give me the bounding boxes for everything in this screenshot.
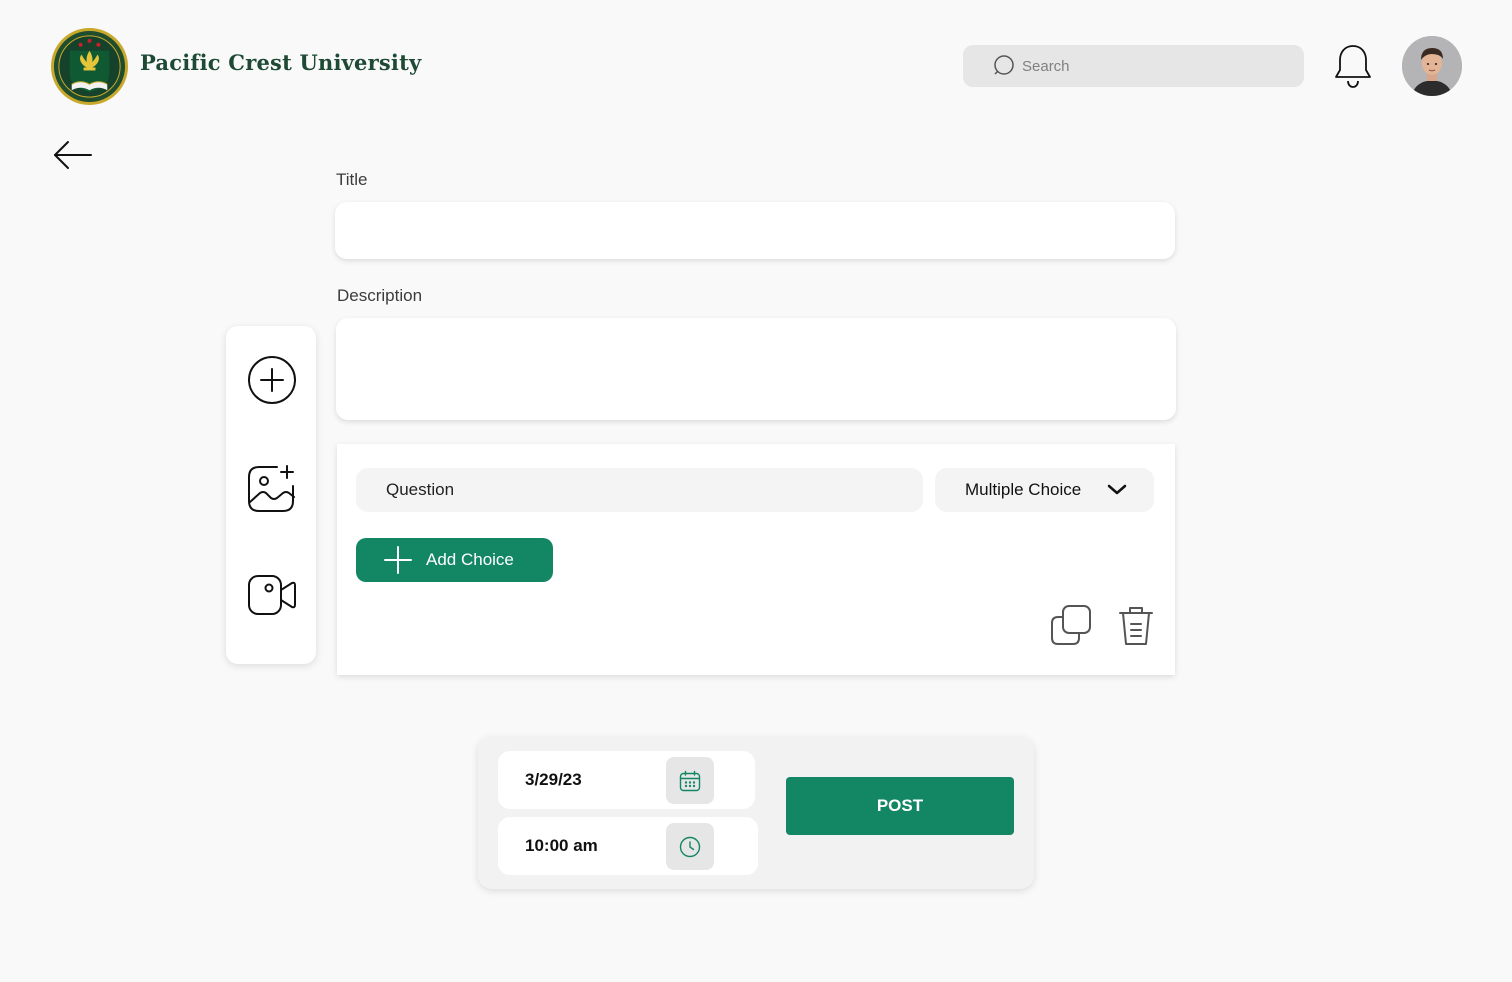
- university-logo[interactable]: [50, 27, 129, 106]
- question-card: Question Multiple Choice Add Choice: [337, 444, 1175, 675]
- chevron-down-icon: [1107, 484, 1127, 495]
- time-picker[interactable]: 10:00 am: [498, 817, 758, 875]
- arrow-left-icon[interactable]: [52, 138, 94, 172]
- description-label: Description: [337, 286, 423, 305]
- date-value: 3/29/23: [525, 770, 582, 789]
- clock-icon: [679, 836, 701, 857]
- content-toolbar: [226, 326, 316, 664]
- title-label: Title: [336, 170, 368, 189]
- user-avatar[interactable]: [1402, 36, 1462, 96]
- date-picker[interactable]: 3/29/23: [498, 751, 755, 809]
- brand-name: Pacific Crest University: [140, 50, 422, 75]
- schedule-panel: 3/29/23 10:00 am POST: [478, 737, 1034, 889]
- question-input[interactable]: Question: [356, 468, 923, 512]
- copy-icon[interactable]: [1050, 604, 1092, 646]
- calendar-button[interactable]: [666, 757, 714, 804]
- plus-icon: [384, 546, 412, 574]
- search-icon: [994, 55, 1014, 75]
- plus-circle-icon[interactable]: [247, 355, 297, 405]
- description-input[interactable]: [336, 318, 1176, 420]
- bell-icon[interactable]: [1333, 42, 1373, 90]
- question-type-label: Multiple Choice: [965, 480, 1082, 499]
- search-bar[interactable]: [963, 45, 1304, 87]
- search-input[interactable]: [1022, 57, 1272, 75]
- video-icon[interactable]: [247, 570, 297, 620]
- add-choice-button[interactable]: Add Choice: [356, 538, 553, 582]
- title-input[interactable]: [335, 202, 1175, 259]
- trash-icon[interactable]: [1117, 604, 1155, 646]
- question-type-dropdown[interactable]: Multiple Choice: [935, 468, 1154, 512]
- calendar-icon: [679, 770, 701, 791]
- add-choice-label: Add Choice: [426, 550, 514, 569]
- time-value: 10:00 am: [525, 836, 598, 855]
- post-button[interactable]: POST: [786, 777, 1014, 835]
- create-post-page: Pacific Crest University Title Descripti…: [0, 0, 1512, 982]
- clock-button[interactable]: [666, 823, 714, 870]
- add-image-icon[interactable]: [247, 464, 297, 514]
